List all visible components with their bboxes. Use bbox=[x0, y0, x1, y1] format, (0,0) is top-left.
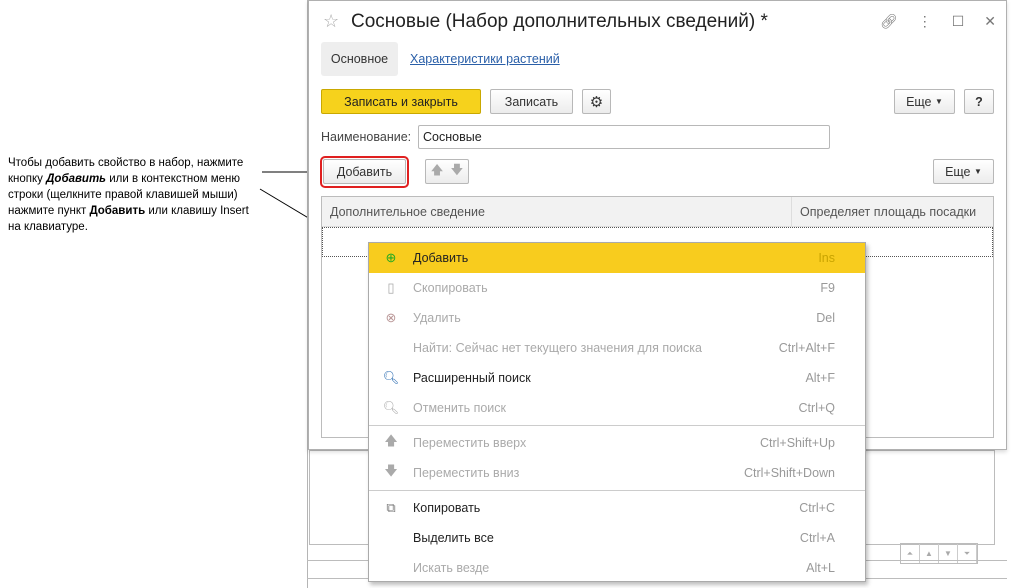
help-button[interactable]: ? bbox=[964, 89, 994, 114]
add-button[interactable]: Добавить bbox=[323, 159, 406, 184]
arrow-up-icon: 🡅 bbox=[384, 433, 398, 448]
dropdown-icon: ▼ bbox=[935, 97, 943, 106]
menu-item-copy-row[interactable]: ▯ Скопировать F9 bbox=[369, 273, 865, 303]
menu-label: Копировать bbox=[413, 501, 481, 515]
menu-item-select-all[interactable]: Выделить все Ctrl+A bbox=[369, 523, 865, 553]
add-icon: ⊕ bbox=[385, 250, 397, 265]
menu-label: Найти: Сейчас нет текущего значения для … bbox=[413, 341, 702, 355]
name-label: Наименование: bbox=[321, 130, 412, 144]
dropdown-icon: ▼ bbox=[974, 167, 982, 176]
arrow-up-icon[interactable]: 🡅 bbox=[431, 161, 444, 182]
menu-item-move-up[interactable]: 🡅 Переместить вверх Ctrl+Shift+Up bbox=[369, 428, 865, 458]
more-label: Еще bbox=[906, 94, 932, 109]
close-icon[interactable]: ✕ bbox=[984, 13, 996, 30]
menu-item-move-down[interactable]: 🡇 Переместить вниз Ctrl+Shift+Down bbox=[369, 458, 865, 488]
menu-item-cancel-search[interactable]: 🔍︎ Отменить поиск Ctrl+Q bbox=[369, 393, 865, 423]
menu-shortcut: Ctrl+C bbox=[799, 501, 835, 515]
cancel-search-icon: 🔍︎ bbox=[382, 400, 400, 415]
menu-label: Отменить поиск bbox=[413, 401, 507, 415]
search-icon: 🔍︎ bbox=[382, 370, 400, 385]
more-label: Еще bbox=[945, 164, 971, 179]
menu-label: Добавить bbox=[413, 251, 469, 265]
menu-item-delete[interactable]: ⊗ Удалить Del bbox=[369, 303, 865, 333]
column-header[interactable]: Определяет площадь посадки bbox=[792, 197, 984, 226]
save-close-button[interactable]: Записать и закрыть bbox=[321, 89, 481, 114]
copy-row-icon: ▯ bbox=[387, 280, 395, 295]
settings-gear-icon[interactable]: ⚙ bbox=[582, 89, 611, 114]
menu-label: Удалить bbox=[413, 311, 461, 325]
column-header[interactable]: Дополнительное сведение bbox=[322, 197, 792, 226]
more-vert-icon[interactable]: ⋮ bbox=[918, 13, 932, 30]
menu-shortcut: Ctrl+Q bbox=[798, 401, 835, 415]
more-button[interactable]: Еще ▼ bbox=[894, 89, 955, 114]
context-menu: ⊕ Добавить Ins ▯ Скопировать F9 ⊗ Удалить Del … bbox=[368, 242, 866, 582]
menu-item-find[interactable]: Найти: Сейчас нет текущего значения для … bbox=[369, 333, 865, 363]
menu-label: Переместить вверх bbox=[413, 436, 527, 450]
arrow-down-icon[interactable]: 🡇 bbox=[450, 161, 463, 182]
menu-separator bbox=[369, 490, 865, 491]
menu-shortcut: Ctrl+Shift+Down bbox=[743, 466, 835, 480]
tab-main[interactable]: Основное bbox=[321, 42, 398, 76]
tab-plant-characteristics[interactable]: Характеристики растений bbox=[410, 52, 560, 66]
copy-icon: ⧉ bbox=[386, 500, 396, 515]
menu-shortcut: Del bbox=[816, 311, 835, 325]
menu-label: Искать везде bbox=[413, 561, 490, 575]
menu-item-add[interactable]: ⊕ Добавить Ins bbox=[369, 243, 865, 273]
link-icon[interactable]: 🔗︎ bbox=[880, 13, 898, 30]
menu-item-copy[interactable]: ⧉ Копировать Ctrl+C bbox=[369, 493, 865, 523]
menu-shortcut: Alt+F bbox=[805, 371, 835, 385]
menu-shortcut: F9 bbox=[820, 281, 835, 295]
favorite-star-icon[interactable]: ☆ bbox=[323, 11, 339, 32]
menu-item-advanced-search[interactable]: 🔍︎ Расширенный поиск Alt+F bbox=[369, 363, 865, 393]
move-buttons: 🡅 🡇 bbox=[425, 159, 469, 184]
menu-shortcut: Ctrl+A bbox=[799, 531, 835, 545]
name-input[interactable]: Сосновые bbox=[418, 125, 830, 149]
save-button[interactable]: Записать bbox=[490, 89, 573, 114]
menu-label: Переместить вниз bbox=[413, 466, 520, 480]
menu-item-search-everywhere[interactable]: Искать везде Alt+L bbox=[369, 553, 865, 583]
menu-shortcut: Alt+L bbox=[806, 561, 835, 575]
menu-label: Выделить все bbox=[413, 531, 494, 545]
arrow-down-icon: 🡇 bbox=[384, 463, 398, 478]
menu-label: Расширенный поиск bbox=[413, 371, 531, 385]
maximize-icon[interactable]: ☐ bbox=[952, 13, 965, 30]
delete-icon: ⊗ bbox=[385, 310, 397, 325]
menu-label: Скопировать bbox=[413, 281, 488, 295]
menu-shortcut: Ctrl+Shift+Up bbox=[759, 436, 835, 450]
window-title: Сосновые (Набор дополнительных сведений)… bbox=[351, 11, 768, 32]
menu-shortcut: Ins bbox=[818, 251, 835, 265]
table-more-button[interactable]: Еще ▼ bbox=[933, 159, 994, 184]
menu-separator bbox=[369, 425, 865, 426]
menu-shortcut: Ctrl+Alt+F bbox=[778, 341, 835, 355]
